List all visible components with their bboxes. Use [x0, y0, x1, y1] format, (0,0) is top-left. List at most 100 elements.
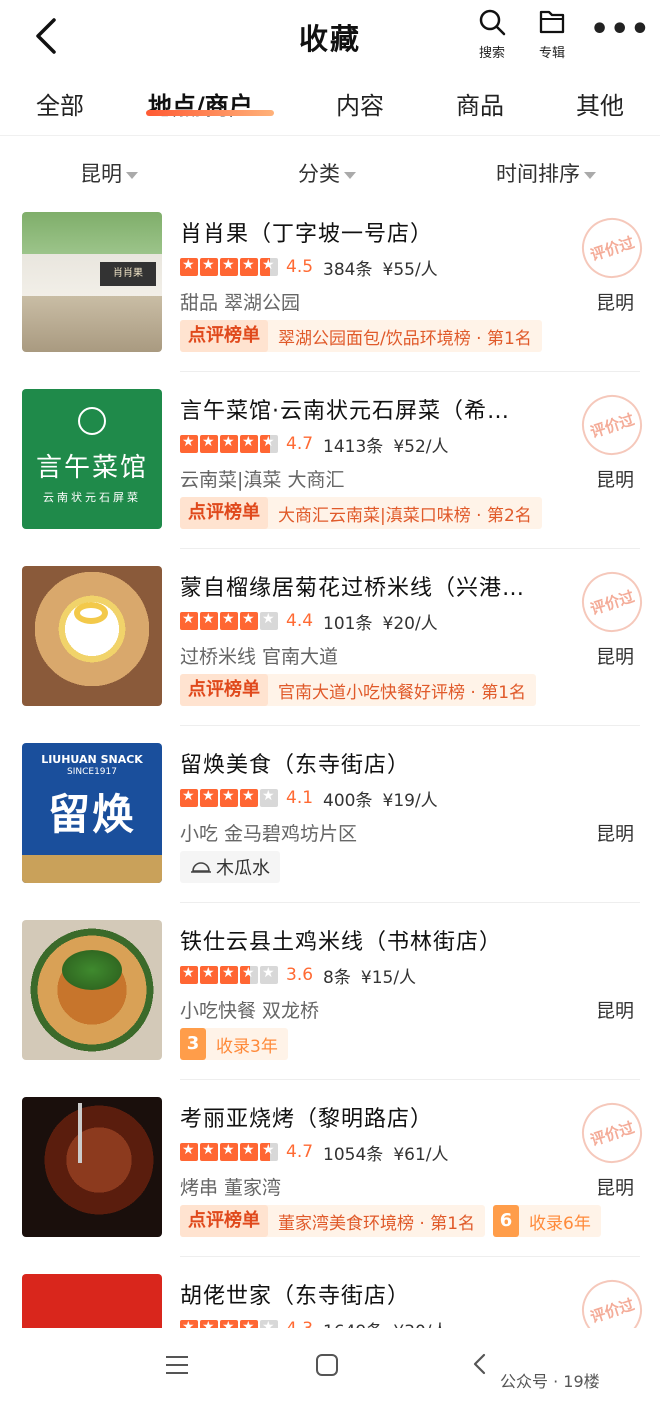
star-rating — [180, 1142, 278, 1161]
collected-years-badge: 3 收录3年 — [180, 1028, 288, 1060]
star-icon — [180, 965, 198, 984]
logo-text: 留焕 — [47, 790, 136, 839]
ranking-badge[interactable]: 点评榜单 大商汇云南菜|滇菜口味榜 · 第2名 — [180, 497, 542, 529]
avg-price: ¥55/人 — [382, 259, 438, 280]
badge-row: 3 收录3年 — [180, 1028, 288, 1060]
star-rating — [180, 611, 278, 630]
city-label: 昆明 — [595, 823, 634, 845]
city-filter-label: 昆明 — [80, 162, 122, 186]
divider — [180, 725, 640, 726]
caret-down-icon — [584, 171, 596, 179]
watermark: 公众号 · 19楼 — [500, 1372, 600, 1391]
category-area: 小吃 金马碧鸡坊片区 — [180, 823, 358, 845]
star-icon — [220, 788, 238, 807]
list-item[interactable]: 铁仕云县土鸡米线（书林街店） 3.6 8条 ¥15/人 小吃快餐 双龙桥 昆明 … — [0, 920, 660, 1096]
album-label: 专辑 — [538, 46, 565, 61]
shop-name: 胡佬世家（东寺街店） — [180, 1284, 411, 1309]
ranking-badge[interactable]: 点评榜单 翠湖公园面包/饮品环境榜 · 第1名 — [180, 320, 542, 352]
home-icon[interactable] — [316, 1354, 338, 1376]
tab-all[interactable]: 全部 — [36, 86, 84, 121]
logo-since-text: SINCE1917 — [67, 767, 117, 777]
star-icon — [200, 965, 218, 984]
dish-tag[interactable]: 木瓜水 — [180, 851, 280, 883]
star-icon — [240, 1142, 258, 1161]
badge-row: 点评榜单 董家湾美食环境榜 · 第1名 6 收录6年 — [180, 1205, 601, 1237]
ranking-badge[interactable]: 点评榜单 董家湾美食环境榜 · 第1名 — [180, 1205, 486, 1237]
reviewed-stamp-icon: 评价过 — [574, 387, 650, 463]
caret-down-icon — [344, 171, 356, 179]
more-icon[interactable]: ••• — [590, 15, 650, 50]
star-rating — [180, 257, 278, 276]
avg-price: ¥19/人 — [382, 790, 438, 811]
divider — [180, 1256, 640, 1257]
ranking-text: 翠湖公园面包/饮品环境榜 · 第1名 — [278, 328, 532, 349]
album-button[interactable]: 专辑 — [528, 8, 576, 61]
dish-cover-icon — [191, 862, 211, 873]
star-icon — [200, 1142, 218, 1161]
star-icon — [240, 1319, 258, 1328]
list-item[interactable]: 蒙自榴缘居菊花过桥米线（兴港… 4.4 101条 ¥20/人 过桥米线 官南大道… — [0, 564, 660, 742]
list-item[interactable]: 言午菜馆 云南状元石屏菜 言午菜馆·云南状元石屏菜（希… 4.7 1413条 ¥… — [0, 387, 660, 565]
rating-row: 4.7 1054条 ¥61/人 — [180, 1141, 459, 1165]
tab-content[interactable]: 内容 — [336, 86, 384, 121]
shop-logo — [22, 1274, 162, 1328]
reviewed-stamp-icon: 评价过 — [574, 564, 650, 640]
badge-row: 点评榜单 翠湖公园面包/饮品环境榜 · 第1名 — [180, 320, 542, 352]
sort-filter-label: 时间排序 — [496, 162, 580, 186]
city-label: 昆明 — [595, 1177, 634, 1199]
category-filter[interactable]: 分类 — [298, 158, 356, 188]
list-item[interactable]: LIUHUAN SNACK SINCE1917 留焕 留焕美食（东寺街店） 4.… — [0, 743, 660, 919]
rating-score: 4.7 — [286, 1142, 314, 1162]
list-item[interactable]: 考丽亚烧烤（黎明路店） 4.7 1054条 ¥61/人 烤串 董家湾 昆明 评价… — [0, 1095, 660, 1273]
divider — [180, 548, 640, 549]
tab-products[interactable]: 商品 — [456, 86, 504, 121]
star-icon — [220, 434, 238, 453]
rating-row: 4.5 384条 ¥55/人 — [180, 256, 448, 280]
divider — [180, 902, 640, 903]
dish-tag-label: 木瓜水 — [216, 858, 270, 879]
shop-name: 肖肖果（丁字坡一号店） — [180, 222, 434, 247]
review-count: 1413条 — [323, 436, 384, 457]
collected-years-badge: 6 收录6年 — [493, 1205, 601, 1237]
tab-other[interactable]: 其他 — [576, 86, 624, 121]
sort-filter[interactable]: 时间排序 — [496, 158, 596, 188]
star-icon — [180, 434, 198, 453]
nav-back-icon[interactable] — [470, 1352, 490, 1376]
reviewed-stamp-icon: 评价过 — [574, 1095, 650, 1171]
review-count: 384条 — [323, 259, 373, 280]
ranking-tag: 点评榜单 — [180, 497, 268, 529]
reviewed-stamp-icon: 评价过 — [574, 210, 650, 286]
city-label: 昆明 — [595, 469, 634, 491]
recent-apps-icon[interactable] — [166, 1356, 188, 1380]
star-icon — [200, 1319, 218, 1328]
star-icon — [200, 611, 218, 630]
badge-row: 点评榜单 官南大道小吃快餐好评榜 · 第1名 — [180, 674, 537, 706]
list-item[interactable]: 肖肖果 肖肖果（丁字坡一号店） 4.5 384条 ¥55/人 甜品 翠湖公园 昆… — [0, 210, 660, 388]
star-icon — [180, 257, 198, 276]
category-filter-label: 分类 — [298, 162, 340, 186]
avg-price: ¥52/人 — [393, 436, 449, 457]
shop-logo: LIUHUAN SNACK SINCE1917 留焕 — [22, 743, 162, 883]
ranking-badge[interactable]: 点评榜单 官南大道小吃快餐好评榜 · 第1名 — [180, 674, 537, 706]
list-item[interactable]: 胡佬世家（东寺街店） 4.3 1649条 ¥30/人 评价过 — [0, 1274, 660, 1328]
rating-row: 3.6 8条 ¥15/人 — [180, 964, 426, 988]
badge-row: 木瓜水 — [180, 851, 280, 883]
review-count: 1054条 — [323, 1144, 384, 1165]
avg-price: ¥61/人 — [393, 1144, 449, 1165]
star-half-icon — [260, 1142, 278, 1161]
rating-row: 4.4 101条 ¥20/人 — [180, 610, 448, 634]
star-icon — [180, 788, 198, 807]
ranking-tag: 点评榜单 — [180, 674, 268, 706]
star-rating — [180, 1319, 278, 1328]
star-empty-icon — [260, 965, 278, 984]
rating-score: 4.7 — [286, 434, 314, 454]
star-icon — [220, 257, 238, 276]
category-area: 云南菜|滇菜 大商汇 — [180, 469, 345, 491]
category-tabs: 全部 地点/商户 内容 商品 其他 — [0, 78, 660, 136]
shop-name: 铁仕云县土鸡米线（书林街店） — [180, 930, 503, 955]
rating-row: 4.3 1649条 ¥30/人 — [180, 1318, 459, 1328]
avg-price: ¥30/人 — [393, 1317, 448, 1329]
city-filter[interactable]: 昆明 — [80, 158, 138, 188]
search-button[interactable]: 搜索 — [468, 8, 516, 61]
rating-score: 4.3 — [286, 1319, 313, 1328]
